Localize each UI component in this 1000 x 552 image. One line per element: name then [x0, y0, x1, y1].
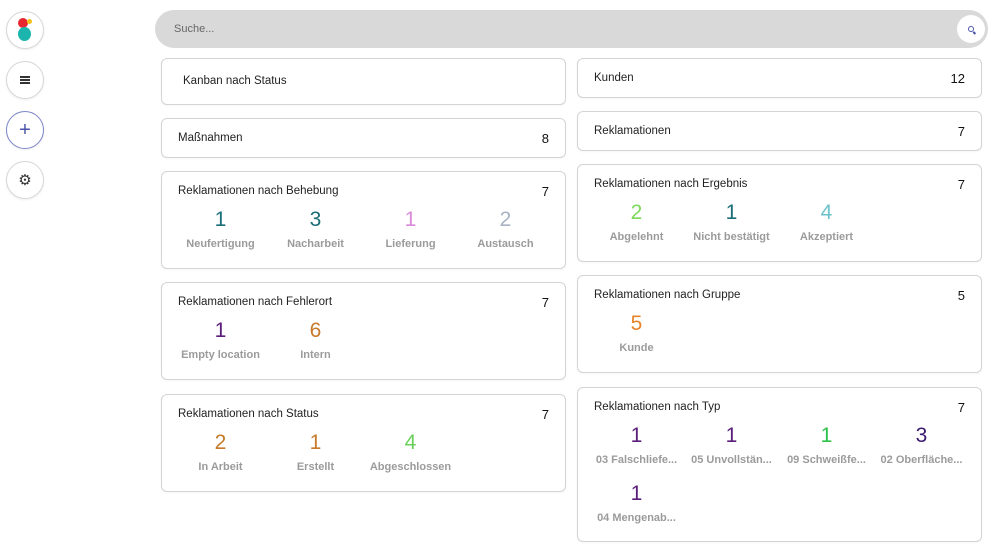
card-count: 7 — [957, 124, 965, 139]
gear-icon: ⚙ — [18, 171, 32, 189]
stat-item[interactable]: 1 03 Falschliefe... — [589, 424, 684, 466]
stat-value: 4 — [404, 431, 417, 454]
stat-value: 5 — [630, 312, 643, 335]
stat-label: 09 Schweißfe... — [787, 454, 866, 466]
stat-label: Neufertigung — [186, 238, 255, 250]
stat-value: 6 — [309, 319, 322, 342]
stat-item[interactable]: 2 Abgelehnt — [589, 201, 684, 243]
search-input[interactable] — [174, 23, 934, 35]
stat-item[interactable]: 1 Lieferung — [363, 208, 458, 250]
card-ergebnis[interactable]: Reklamationen nach Ergebnis 7 2 Abgelehnt… — [577, 164, 982, 262]
stat-label: Abgeschlossen — [369, 461, 452, 473]
card-kanban[interactable]: Kanban nach Status — [161, 58, 566, 105]
card-typ[interactable]: Reklamationen nach Typ 7 1 03 Falschliefe… — [577, 387, 982, 542]
stat-label: In Arbeit — [198, 461, 243, 473]
stat-item[interactable]: 1 04 Mengenab... — [589, 482, 684, 524]
card-count: 7 — [957, 400, 965, 415]
stat-value: 1 — [630, 482, 643, 505]
settings-button[interactable]: ⚙ — [6, 161, 44, 199]
stat-value: 2 — [214, 431, 227, 454]
card-title: Reklamationen nach Status — [178, 408, 319, 420]
stats-row: 1 03 Falschliefe... 1 05 Unvollstän... 1 09 S… — [578, 424, 981, 524]
app-logo-button[interactable] — [6, 11, 44, 49]
stat-value: 2 — [630, 201, 643, 224]
search-bar — [155, 10, 988, 48]
search-icon — [968, 26, 974, 32]
stat-label: Kunde — [619, 342, 654, 354]
card-title: Reklamationen nach Behebung — [178, 185, 339, 197]
app-logo — [17, 18, 33, 42]
sidebar: + ⚙ — [0, 0, 50, 552]
stat-value: 1 — [309, 431, 322, 454]
card-count: 7 — [957, 177, 965, 192]
stat-item[interactable]: 4 Abgeschlossen — [363, 431, 458, 473]
stat-item[interactable]: 4 Akzeptiert — [779, 201, 874, 243]
card-title: Maßnahmen — [178, 132, 243, 144]
stat-label: 03 Falschliefe... — [595, 454, 678, 466]
card-title: Reklamationen nach Fehlerort — [178, 296, 333, 308]
stat-label: Austausch — [477, 238, 534, 250]
stat-value: 3 — [915, 424, 928, 447]
stat-item[interactable]: 1 Nicht bestätigt — [684, 201, 779, 243]
stat-item[interactable]: 2 Austausch — [458, 208, 553, 250]
stat-label: Akzeptiert — [799, 231, 854, 243]
stat-value: 1 — [725, 424, 738, 447]
add-button[interactable]: + — [6, 111, 44, 149]
card-count: 7 — [541, 407, 549, 422]
card-title: Kanban nach Status — [183, 75, 287, 87]
stat-value: 1 — [214, 319, 227, 342]
card-gruppe[interactable]: Reklamationen nach Gruppe 5 5 Kunde — [577, 275, 982, 373]
stat-item[interactable]: 6 Intern — [268, 319, 363, 361]
stat-item[interactable]: 2 In Arbeit — [173, 431, 268, 473]
card-massnahmen[interactable]: Maßnahmen 8 — [161, 118, 566, 158]
stat-label: Intern — [300, 349, 331, 361]
stat-value: 1 — [820, 424, 833, 447]
stat-label: Nacharbeit — [287, 238, 344, 250]
stat-value: 1 — [630, 424, 643, 447]
stat-value: 4 — [820, 201, 833, 224]
stat-label: Empty location — [181, 349, 260, 361]
card-behebung[interactable]: Reklamationen nach Behebung 7 1 Neufertig… — [161, 171, 566, 269]
stat-value: 1 — [214, 208, 227, 231]
stat-label: Lieferung — [385, 238, 436, 250]
menu-button[interactable] — [6, 61, 44, 99]
stat-item[interactable]: 1 09 Schweißfe... — [779, 424, 874, 466]
stat-item[interactable]: 1 Neufertigung — [173, 208, 268, 250]
stat-item[interactable]: 3 02 Oberfläche... — [874, 424, 969, 466]
card-title: Reklamationen nach Ergebnis — [594, 178, 748, 190]
stat-value: 1 — [725, 201, 738, 224]
card-count: 8 — [541, 131, 549, 146]
stat-label: Abgelehnt — [609, 231, 664, 243]
stat-item[interactable]: 1 Erstellt — [268, 431, 363, 473]
stat-label: 05 Unvollstän... — [691, 454, 772, 466]
card-count: 12 — [950, 71, 965, 86]
card-count: 5 — [957, 288, 965, 303]
stat-value: 1 — [404, 208, 417, 231]
stat-item[interactable]: 1 Empty location — [173, 319, 268, 361]
card-status[interactable]: Reklamationen nach Status 7 2 In Arbeit 1 E… — [161, 394, 566, 492]
stat-value: 3 — [309, 208, 322, 231]
stat-item[interactable]: 3 Nacharbeit — [268, 208, 363, 250]
card-title: Reklamationen nach Gruppe — [594, 289, 741, 301]
card-title: Reklamationen nach Typ — [594, 401, 721, 413]
stat-item[interactable]: 1 05 Unvollstän... — [684, 424, 779, 466]
stat-label: 04 Mengenab... — [597, 512, 676, 524]
card-kunden[interactable]: Kunden 12 — [577, 58, 982, 98]
card-title: Reklamationen — [594, 125, 671, 137]
stat-item[interactable]: 5 Kunde — [589, 312, 684, 354]
stat-value: 2 — [499, 208, 512, 231]
plus-icon: + — [19, 119, 31, 141]
stats-row: 2 In Arbeit 1 Erstellt 4 Abgeschlossen — [162, 431, 565, 531]
card-count: 7 — [541, 295, 549, 310]
card-title: Kunden — [594, 72, 634, 84]
search-button[interactable] — [957, 15, 985, 43]
card-reklamationen[interactable]: Reklamationen 7 — [577, 111, 982, 151]
card-count: 7 — [541, 184, 549, 199]
stat-label: Nicht bestätigt — [693, 231, 770, 243]
stat-label: 02 Oberfläche... — [880, 454, 963, 466]
stat-label: Erstellt — [296, 461, 335, 473]
menu-icon — [20, 76, 30, 84]
card-fehlerort[interactable]: Reklamationen nach Fehlerort 7 1 Empty lo… — [161, 282, 566, 380]
